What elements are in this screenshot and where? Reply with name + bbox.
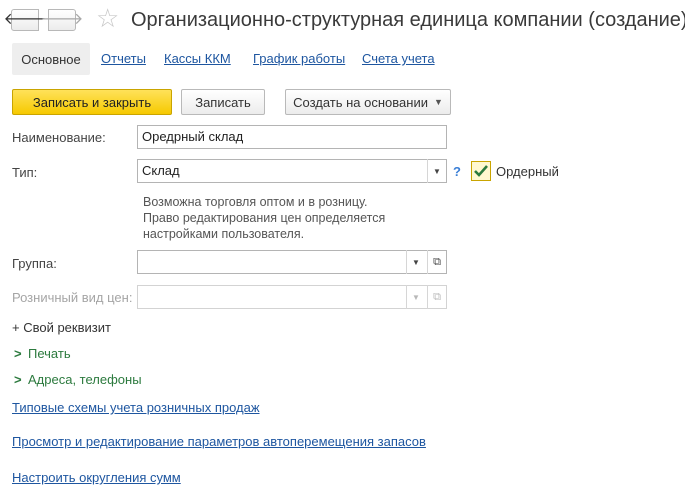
type-label: Тип: — [12, 165, 38, 180]
tab-accounts[interactable]: Счета учета — [362, 51, 435, 66]
chevron-down-icon: ▼ — [412, 292, 420, 302]
tab-main[interactable]: Основное — [12, 43, 90, 75]
group-input[interactable] — [137, 250, 447, 274]
tab-reports[interactable]: Отчеты — [101, 51, 146, 66]
name-label: Наименование: — [12, 130, 106, 145]
tab-work-schedule[interactable]: График работы — [253, 51, 345, 66]
open-icon: ⧉ — [433, 255, 441, 268]
create-based-on-label: Создать на основании — [293, 94, 428, 110]
save-button[interactable]: Записать — [181, 89, 265, 115]
type-value: Склад — [142, 163, 180, 178]
group-dropdown-button[interactable]: ▼ — [406, 250, 425, 274]
add-custom-attribute-button[interactable]: + Свой реквизит — [12, 320, 111, 335]
page-title: Организационно-структурная единица компа… — [131, 9, 685, 31]
type-hint-line-2: Право редактирования цен определяется — [143, 211, 386, 225]
price-type-label: Розничный вид цен: — [12, 290, 133, 305]
chevron-down-icon: ▼ — [433, 97, 443, 107]
name-input[interactable]: Оредрный склад — [137, 125, 447, 149]
name-value: Оредрный склад — [142, 129, 244, 144]
save-label: Записать — [195, 94, 251, 110]
chevron-down-icon: ▼ — [412, 257, 420, 267]
type-hint-line-3: настройками пользователя. — [143, 227, 305, 241]
back-button[interactable]: 🡐 — [4, 9, 46, 31]
price-type-dropdown-button[interactable]: ▼ — [406, 285, 425, 309]
create-based-on-button[interactable]: Создать на основании ▼ — [285, 89, 451, 115]
type-hint-line-1: Возможна торговля оптом и в розницу. — [143, 195, 368, 209]
favorite-star-icon[interactable]: ☆ — [96, 5, 119, 31]
save-and-close-label: Записать и закрыть — [32, 94, 152, 110]
group-open-button[interactable]: ⧉ — [427, 250, 446, 274]
retail-schemes-link[interactable]: Типовые схемы учета розничных продаж — [12, 400, 260, 415]
print-section-label: Печать — [28, 346, 71, 361]
ordered-checkbox[interactable] — [471, 161, 491, 181]
ordered-label: Ордерный — [496, 164, 559, 179]
open-icon: ⧉ — [433, 290, 441, 303]
save-and-close-button[interactable]: Записать и закрыть — [12, 89, 172, 115]
print-section-toggle[interactable]: > Печать — [14, 346, 71, 361]
addresses-section-label: Адреса, телефоны — [28, 372, 142, 387]
tab-cash-registers[interactable]: Кассы ККМ — [164, 51, 231, 66]
rounding-link[interactable]: Настроить округления сумм — [12, 470, 181, 485]
chevron-right-icon: > — [14, 372, 22, 387]
type-dropdown-button[interactable]: ▼ — [427, 159, 446, 183]
check-icon — [474, 165, 488, 177]
help-icon[interactable]: ? — [453, 164, 461, 179]
forward-button[interactable]: 🡒 — [41, 9, 83, 31]
chevron-right-icon: > — [14, 346, 22, 361]
type-select[interactable]: Склад — [137, 159, 447, 183]
auto-transfer-link[interactable]: Просмотр и редактирование параметров авт… — [12, 434, 426, 449]
chevron-down-icon: ▼ — [433, 166, 441, 176]
addresses-section-toggle[interactable]: > Адреса, телефоны — [14, 372, 142, 387]
group-label: Группа: — [12, 256, 57, 271]
price-type-open-button[interactable]: ⧉ — [427, 285, 446, 309]
arrow-right-icon: 🡒 — [40, 11, 84, 28]
tab-main-label: Основное — [21, 51, 81, 67]
price-type-input[interactable] — [137, 285, 447, 309]
